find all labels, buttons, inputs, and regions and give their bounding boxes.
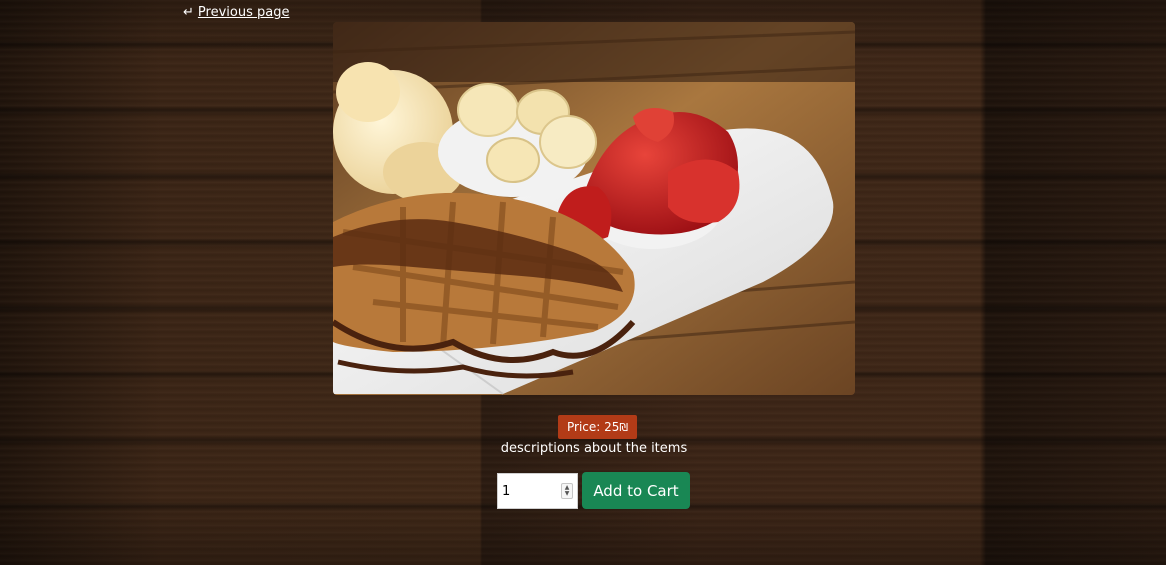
quantity-spinner[interactable]: ▲ ▼ <box>561 483 573 499</box>
add-to-cart-button[interactable]: Add to Cart <box>582 472 690 509</box>
shekel-icon: ₪ <box>619 421 629 434</box>
product-image <box>333 22 855 395</box>
chevron-down-icon[interactable]: ▼ <box>565 491 570 497</box>
previous-page-link[interactable]: ↵ Previous page <box>183 5 289 20</box>
product-description: descriptions about the items <box>500 441 688 456</box>
price-badge: Price: 25₪ <box>558 415 638 439</box>
previous-page-label: Previous page <box>197 5 290 20</box>
quantity-input[interactable] <box>498 474 558 508</box>
quantity-stepper[interactable]: ▲ ▼ <box>497 473 578 509</box>
return-arrow-icon: ↵ <box>183 5 194 20</box>
price-label: Price: 25 <box>567 420 620 434</box>
